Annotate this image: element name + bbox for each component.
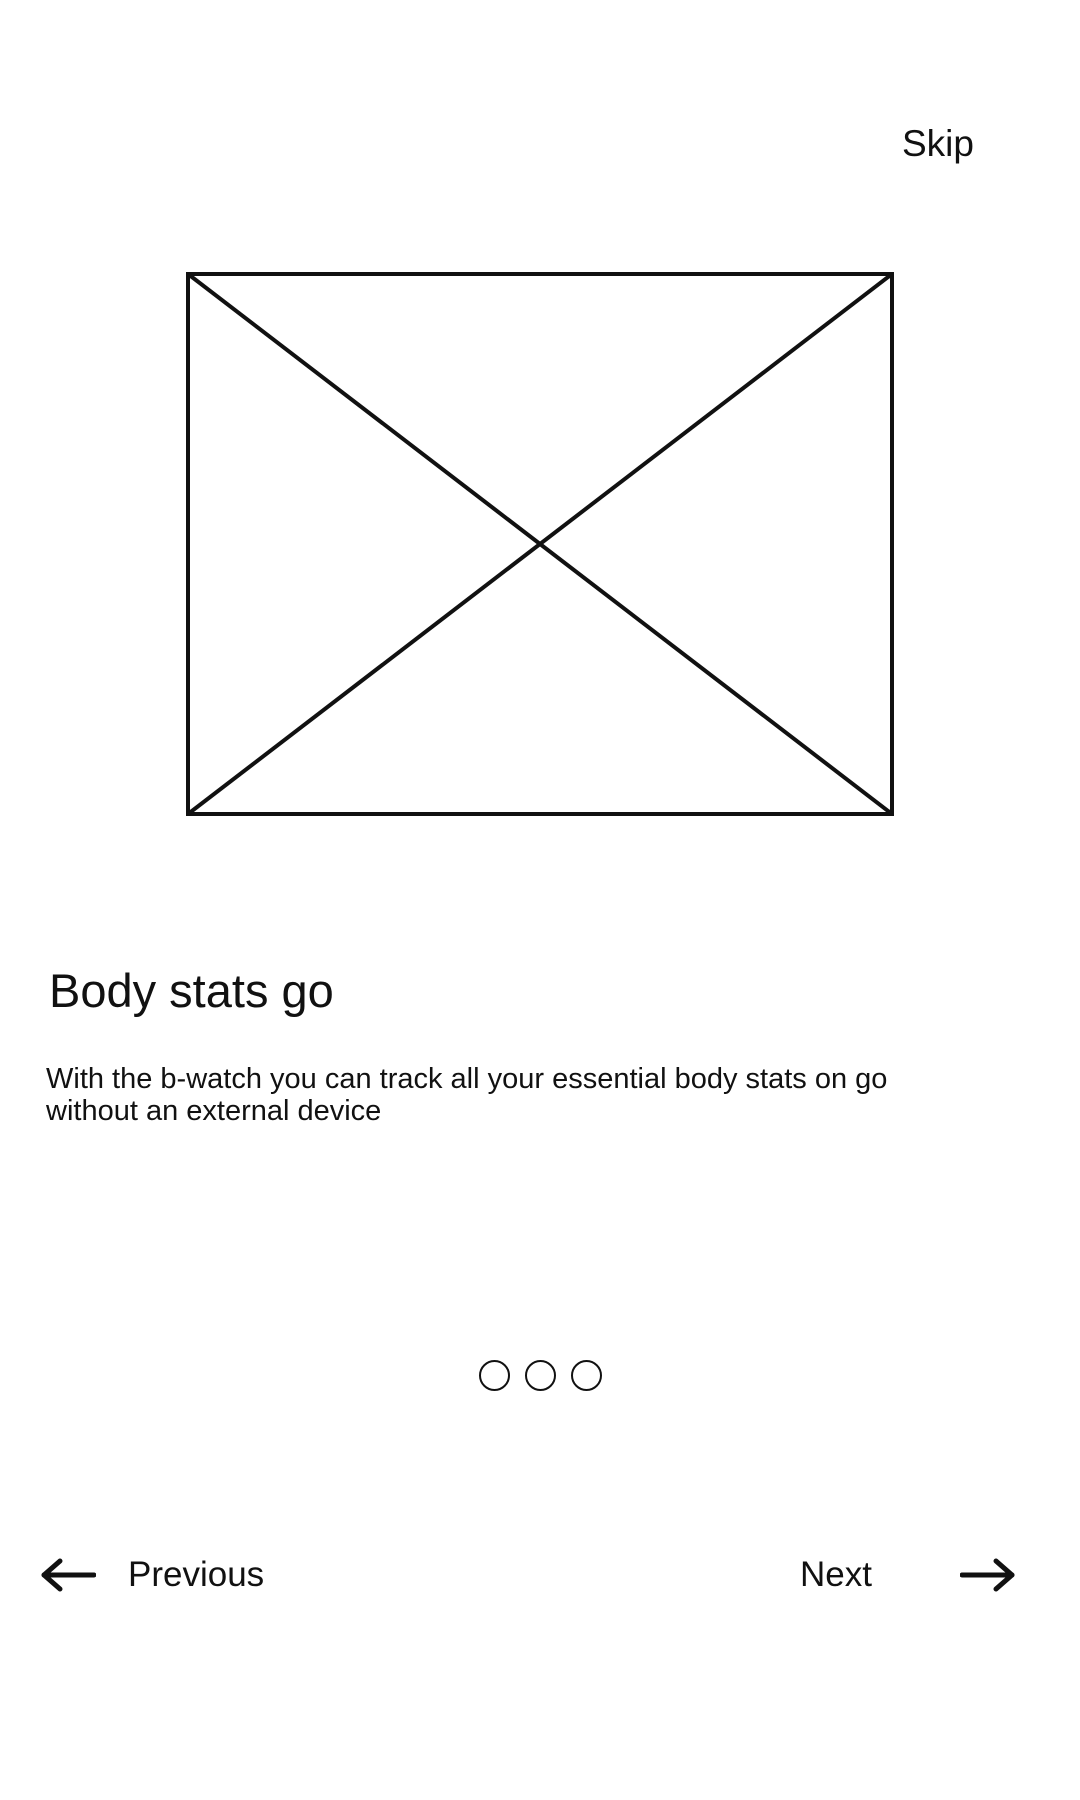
arrow-right-icon	[959, 1557, 1016, 1593]
skip-button[interactable]: Skip	[902, 122, 974, 166]
next-button[interactable]: Next	[800, 1545, 1016, 1605]
pagination-dot-1[interactable]	[479, 1360, 510, 1391]
onboarding-description: With the b-watch you can track all your …	[46, 1063, 888, 1127]
pagination-dot-3[interactable]	[571, 1360, 602, 1391]
image-placeholder	[186, 272, 894, 816]
image-placeholder-icon	[186, 272, 894, 816]
arrow-left-icon	[40, 1557, 96, 1593]
previous-button[interactable]: Previous	[40, 1545, 264, 1605]
next-label: Next	[800, 1555, 872, 1594]
previous-label: Previous	[128, 1555, 265, 1594]
onboarding-title: Body stats go	[49, 964, 334, 1017]
pagination-dot-2[interactable]	[525, 1360, 556, 1391]
pagination-dots	[479, 1360, 602, 1392]
